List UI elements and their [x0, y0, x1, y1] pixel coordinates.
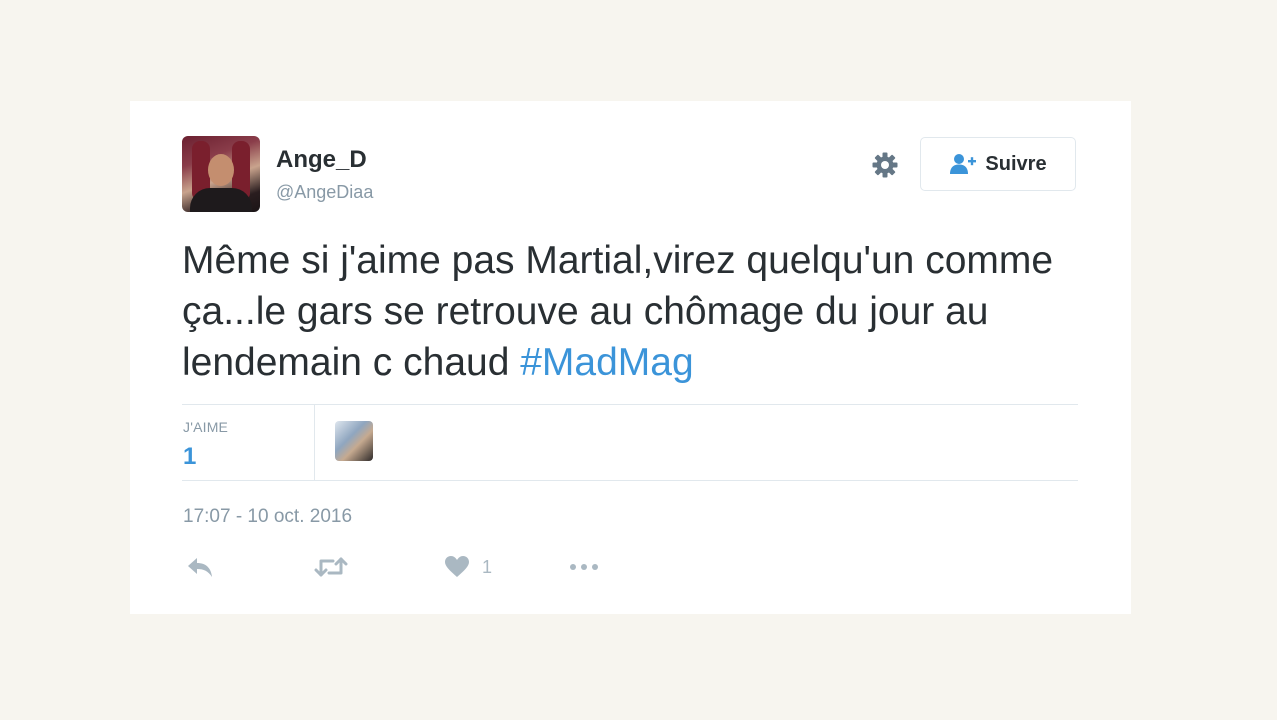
add-user-icon: [950, 154, 977, 174]
avatar-face: [208, 154, 234, 186]
avatar-shirt: [190, 188, 252, 212]
stats-divider-top: [182, 404, 1078, 405]
tweet-timestamp[interactable]: 17:07 - 10 oct. 2016: [183, 506, 352, 528]
retweet-button[interactable]: [314, 553, 348, 581]
retweet-icon: [314, 557, 348, 577]
reply-button[interactable]: [185, 553, 215, 581]
author-handle[interactable]: @AngeDiaa: [276, 183, 373, 201]
follow-button-label: Suivre: [985, 152, 1047, 175]
tweet-text: Même si j'aime pas Martial,virez quelqu'…: [182, 235, 1082, 388]
heart-icon: [445, 556, 469, 577]
author-avatar[interactable]: [182, 136, 260, 212]
likes-count[interactable]: 1: [183, 443, 196, 471]
tweet-card: Ange_D @AngeDiaa Suivre Même si j'aime p…: [130, 101, 1131, 614]
reply-icon: [188, 558, 212, 577]
stats-divider-vertical: [314, 405, 315, 480]
gear-icon[interactable]: [870, 150, 900, 180]
like-button[interactable]: 1: [444, 553, 492, 581]
author-name[interactable]: Ange_D: [276, 148, 367, 172]
more-button[interactable]: [568, 553, 600, 581]
follow-button[interactable]: Suivre: [920, 137, 1076, 191]
stats-divider-bottom: [182, 480, 1078, 481]
likes-label[interactable]: J'AIME: [183, 419, 228, 435]
like-action-count: 1: [482, 556, 493, 577]
more-icon: [570, 564, 598, 570]
liker-avatar[interactable]: [335, 421, 373, 461]
hashtag-link[interactable]: #MadMag: [520, 341, 693, 384]
